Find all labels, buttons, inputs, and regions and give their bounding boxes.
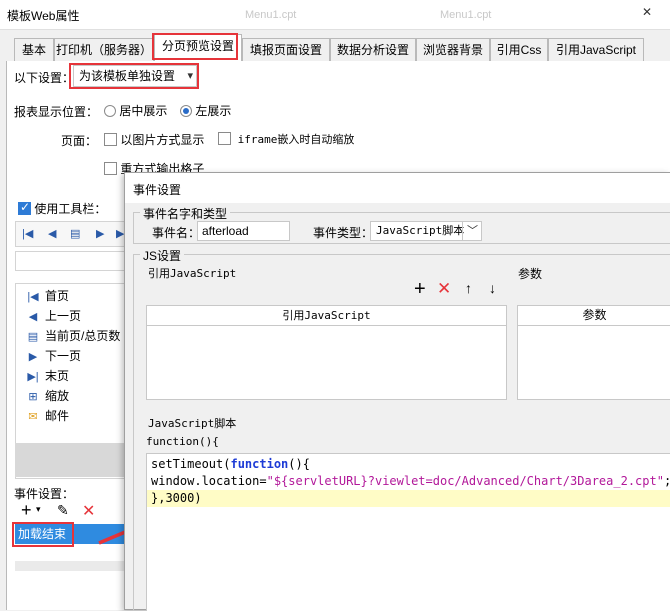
first-page-icon: |◀ — [27, 291, 39, 303]
list-item[interactable]: ▤ 当前页/总页数 — [26, 326, 121, 346]
list-item-label: 下一页 — [45, 349, 82, 363]
event-name-value: afterload — [202, 224, 249, 238]
code-line-1: setTimeout(function(){ — [151, 457, 310, 471]
next-page-icon[interactable]: ▶ — [96, 227, 104, 240]
last-page-icon: ▶| — [27, 371, 39, 383]
event-type-select[interactable]: JavaScript脚本 ﹀ — [370, 221, 482, 241]
name-type-group-label: 事件名字和类型 — [140, 205, 231, 222]
tab-basic[interactable]: 基本 — [14, 38, 54, 62]
event-dialog-titlebar: 事件设置 — [125, 173, 670, 203]
position-label: 报表显示位置： — [14, 105, 99, 119]
ref-js-column-header: 引用JavaScript — [147, 306, 506, 326]
event-dialog-title: 事件设置 — [133, 183, 182, 197]
event-name-input[interactable]: afterload — [197, 221, 290, 241]
params-column-header: 参数 — [518, 306, 670, 326]
code-line-2: window.location="${servletURL}?viewlet=d… — [151, 474, 670, 488]
edit-icon[interactable]: ✎ — [57, 502, 69, 519]
event-name-label: 事件名： — [152, 226, 201, 240]
iframe-zoom-label: iframe嵌入时自动缩放 — [237, 133, 355, 146]
radio-center-label: 居中展示 — [119, 104, 168, 118]
list-item-label: 缩放 — [45, 389, 70, 403]
toolbar-preview: |◀ ◀ ▤ ▶ ▶ — [15, 221, 125, 247]
code-head: function(){ — [146, 435, 219, 448]
event-item-label: 加载结束 — [18, 527, 67, 541]
toolbar-label: 使用工具栏： — [34, 202, 107, 216]
first-page-icon[interactable]: |◀ — [22, 227, 33, 240]
tab-page-preview[interactable]: 分页预览设置 — [154, 34, 242, 63]
main-title: 模板Web属性 — [7, 9, 80, 23]
list-item[interactable]: ▶ 下一页 — [26, 346, 81, 366]
add-icon[interactable]: + — [21, 501, 32, 519]
tab-fill-page[interactable]: 填报页面设置 — [242, 38, 330, 62]
list-item-label: 当前页/总页数 — [45, 329, 121, 343]
radio-left[interactable]: 左展示 — [180, 102, 231, 119]
iframe-zoom-checkbox[interactable]: iframe嵌入时自动缩放 — [218, 131, 354, 147]
image-mode-label: 以图片方式显示 — [120, 133, 205, 147]
move-up-icon[interactable]: ↑ — [465, 280, 472, 296]
prev-page-icon[interactable]: ◀ — [48, 227, 56, 240]
list-item[interactable]: ◀ 上一页 — [26, 306, 81, 326]
settings-combo[interactable]: 为该模板单独设置 ▾ — [73, 65, 197, 87]
ref-js-label: 引用JavaScript — [148, 267, 237, 280]
ghost-tab-title: Menu1.cpt — [440, 9, 492, 21]
image-mode-checkbox[interactable]: 以图片方式显示 — [104, 131, 204, 148]
main-titlebar: 模板Web属性 Menu1.cpt Menu1.cpt ✕ — [0, 0, 670, 30]
list-item[interactable]: ✉ 邮件 — [26, 406, 69, 426]
list-item-label: 末页 — [45, 369, 70, 383]
list-item-label: 首页 — [45, 289, 70, 303]
tab-browser-bg[interactable]: 浏览器背景 — [416, 38, 490, 62]
ref-js-table: 引用JavaScript — [146, 305, 507, 400]
page-count-icon: ▤ — [27, 331, 39, 343]
move-down-icon[interactable]: ↓ — [489, 280, 496, 296]
delete-icon[interactable]: ✕ — [437, 280, 451, 298]
event-type-label: 事件类型： — [313, 226, 374, 240]
tab-printer[interactable]: 打印机（服务器） — [54, 38, 154, 62]
script-editor[interactable]: setTimeout(function(){ window.location="… — [146, 453, 670, 611]
toolbar-checkbox[interactable]: 使用工具栏： — [18, 200, 106, 217]
page-count-icon[interactable]: ▤ — [70, 227, 80, 240]
list-item-label: 上一页 — [45, 309, 82, 323]
toolbar-scroll[interactable] — [15, 251, 125, 271]
list-footer — [15, 443, 127, 477]
close-icon[interactable]: ✕ — [632, 4, 662, 20]
chevron-down-icon: ▾ — [187, 70, 193, 82]
delete-icon[interactable]: ✕ — [82, 501, 95, 521]
zoom-icon: ⊞ — [28, 391, 38, 403]
radio-left-label: 左展示 — [195, 104, 232, 118]
next-page-icon: ▶ — [28, 351, 38, 363]
tab-data-analysis[interactable]: 数据分析设置 — [330, 38, 416, 62]
add-icon[interactable]: + — [414, 279, 426, 299]
event-list-scroll[interactable] — [15, 561, 127, 571]
settings-label: 以下设置： — [14, 71, 75, 85]
params-table: 参数 — [517, 305, 670, 400]
list-item[interactable]: |◀ 首页 — [26, 286, 69, 306]
params-label: 参数 — [518, 267, 543, 281]
chevron-down-icon: ﹀ — [462, 222, 478, 240]
mail-icon: ✉ — [28, 411, 38, 423]
settings-combo-value: 为该模板单独设置 — [79, 69, 176, 83]
list-item-label: 邮件 — [45, 409, 70, 423]
code-line-3: },3000) — [147, 490, 670, 507]
page-label: 页面： — [61, 134, 98, 148]
js-group-label: JS设置 — [140, 247, 185, 264]
radio-center[interactable]: 居中展示 — [104, 102, 167, 119]
prev-page-icon: ◀ — [28, 311, 38, 323]
tab-bar: 基本 打印机（服务器） 分页预览设置 填报页面设置 数据分析设置 浏览器背景 引… — [6, 34, 668, 63]
ghost-tab-title: Menu1.cpt — [245, 9, 297, 21]
script-label: JavaScript脚本 — [148, 417, 237, 430]
chevron-down-icon[interactable]: ▾ — [36, 504, 41, 515]
tab-javascript[interactable]: 引用JavaScript — [548, 38, 644, 62]
list-item[interactable]: ⊞ 缩放 — [26, 386, 69, 406]
event-dialog: 事件设置 事件名字和类型 事件名： afterload 事件类型： JavaSc… — [124, 172, 670, 611]
event-type-value: JavaScript脚本 — [376, 224, 465, 237]
list-item[interactable]: ▶| 末页 — [26, 366, 69, 386]
tab-css[interactable]: 引用Css — [490, 38, 548, 62]
